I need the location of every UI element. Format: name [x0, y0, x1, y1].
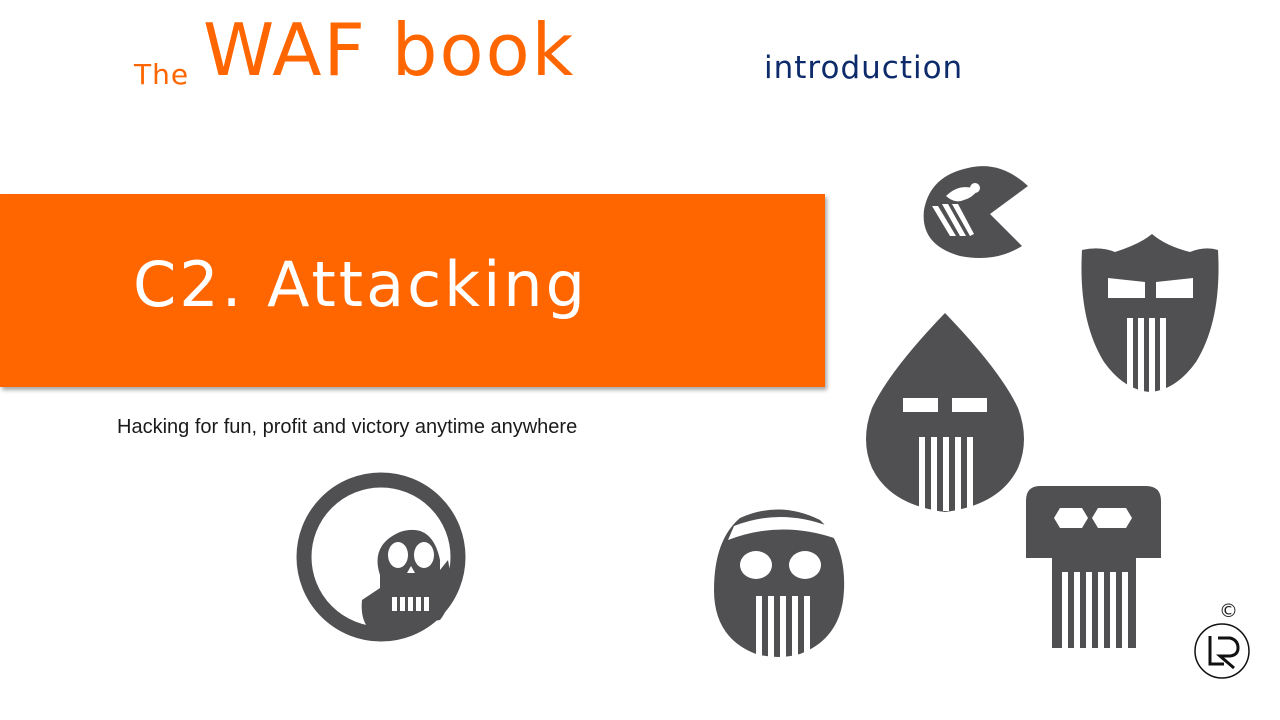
copyright-symbol: © — [1219, 600, 1238, 622]
header-title: WAF book — [203, 8, 576, 92]
chomper-mask-icon — [923, 166, 1028, 259]
header-the: The — [134, 58, 190, 91]
round-skull-icon — [296, 472, 466, 642]
shield-mask-icon — [1081, 234, 1219, 392]
header-section: introduction — [764, 50, 964, 86]
slide-header: The WAF book introduction — [0, 0, 1280, 110]
chapter-title: C2. Attacking — [133, 248, 588, 321]
bandana-skull-icon — [714, 509, 845, 658]
chapter-banner: C2. Attacking — [0, 194, 825, 387]
lr-logo-icon — [1194, 623, 1250, 679]
slide-subtitle: Hacking for fun, profit and victory anyt… — [117, 416, 578, 438]
drop-mask-icon — [866, 313, 1024, 512]
square-skull-icon — [1026, 486, 1161, 648]
